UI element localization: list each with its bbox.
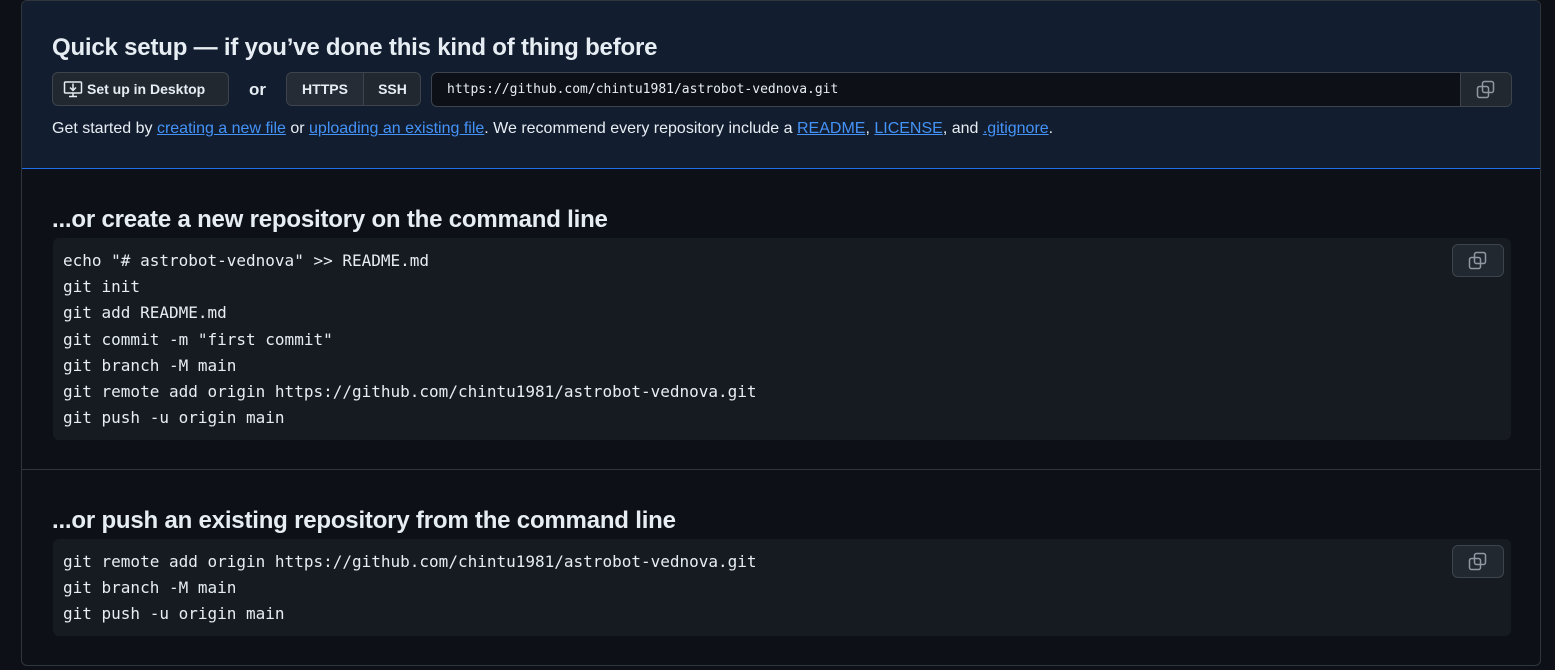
create-new-file-link[interactable]: creating a new file — [157, 120, 286, 137]
copy-url-button[interactable] — [1460, 73, 1511, 106]
create-repo-title: ...or create a new repository on the com… — [52, 206, 608, 233]
protocol-toggle: HTTPS SSH — [286, 72, 421, 106]
code-line: git branch -M main — [63, 578, 237, 598]
code-line: git init — [63, 277, 141, 297]
section-divider — [22, 469, 1540, 470]
code-line: git remote add origin https://github.com… — [63, 552, 757, 571]
push-repo-commands: git remote add origin https://github.com… — [63, 549, 757, 628]
copy-push-commands-button[interactable] — [1452, 545, 1504, 578]
or-label: or — [249, 80, 266, 99]
readme-link[interactable]: README — [797, 120, 865, 137]
code-line: git commit -m "first commit" — [63, 329, 333, 349]
get-started-comma: , — [865, 120, 875, 137]
code-line: git push -u origin main — [63, 408, 285, 428]
get-started-recommend: . We recommend every repository include … — [484, 120, 797, 137]
copy-icon — [1476, 80, 1496, 100]
gitignore-link[interactable]: .gitignore — [983, 120, 1049, 137]
desktop-download-icon — [63, 79, 83, 99]
push-repo-title: ...or push an existing repository from t… — [52, 507, 676, 534]
ssh-button[interactable]: SSH — [364, 73, 420, 105]
code-line: git branch -M main — [63, 355, 237, 375]
get-started-end: . — [1048, 120, 1054, 137]
get-started-text: Get started by creating a new file or up… — [52, 120, 1053, 138]
clone-url-input[interactable]: https://github.com/chintu1981/astrobot-v… — [432, 82, 1460, 97]
clone-url-field: https://github.com/chintu1981/astrobot-v… — [431, 72, 1512, 107]
https-button[interactable]: HTTPS — [287, 73, 364, 105]
empty-repo-setup-box: Quick setup — if you’ve done this kind o… — [21, 0, 1541, 666]
page: Quick setup — if you’ve done this kind o… — [0, 0, 1555, 670]
code-line: git push -u origin main — [63, 604, 285, 624]
copy-icon — [1468, 552, 1488, 572]
get-started-and: , and — [942, 120, 983, 137]
upload-existing-file-link[interactable]: uploading an existing file — [309, 120, 484, 137]
quick-setup-title: Quick setup — if you’ve done this kind o… — [52, 34, 658, 61]
setup-in-desktop-button[interactable]: Set up in Desktop — [52, 72, 229, 106]
code-line: git add README.md — [63, 303, 227, 323]
create-repo-code-block: echo "# astrobot-vednova" >> README.md gi… — [53, 238, 1511, 440]
copy-create-commands-button[interactable] — [1452, 244, 1504, 277]
push-repo-code-block: git remote add origin https://github.com… — [53, 539, 1511, 636]
create-repo-commands: echo "# astrobot-vednova" >> README.md gi… — [63, 248, 757, 431]
code-line: echo "# astrobot-vednova" >> README.md — [63, 251, 430, 270]
get-started-prefix: Get started by — [52, 120, 157, 137]
quick-setup-section: Quick setup — if you’ve done this kind o… — [22, 1, 1540, 169]
setup-in-desktop-label: Set up in Desktop — [87, 81, 206, 97]
get-started-or: or — [285, 120, 310, 137]
license-link[interactable]: LICENSE — [874, 120, 942, 137]
copy-icon — [1468, 251, 1488, 271]
code-line: git remote add origin https://github.com… — [63, 382, 757, 402]
